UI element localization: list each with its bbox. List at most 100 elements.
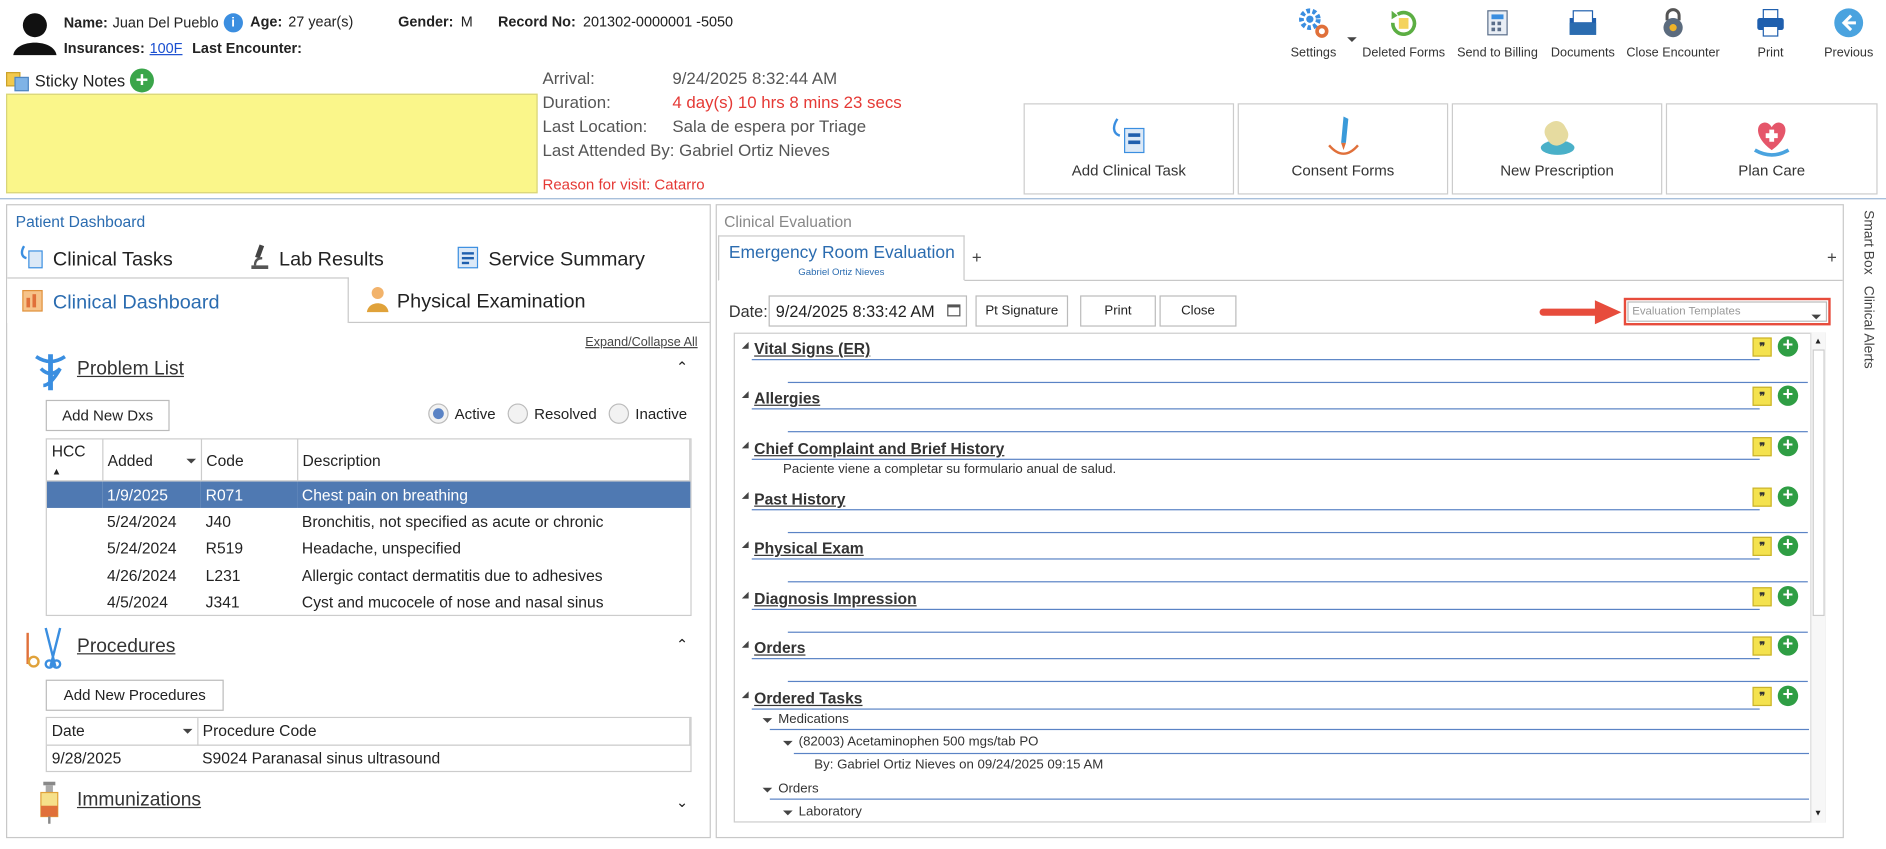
add-entry-button[interactable]: + bbox=[1777, 435, 1799, 457]
add-entry-button[interactable]: + bbox=[1777, 585, 1799, 607]
tree-orders[interactable]: Orders bbox=[762, 782, 819, 796]
section-title[interactable]: Chief Complaint and Brief History bbox=[754, 439, 1004, 457]
tree-med-item[interactable]: (82003) Acetaminophen 500 mgs/tab PO bbox=[783, 735, 1038, 749]
filter-active-radio[interactable]: Active bbox=[428, 403, 496, 424]
tab-service-summary[interactable]: Service Summary bbox=[455, 244, 645, 276]
tree-medications[interactable]: Medications bbox=[762, 712, 849, 726]
sticky-notes-area[interactable] bbox=[6, 93, 538, 194]
table-row[interactable]: 4/26/2024 L231 Allergic contact dermatitis… bbox=[47, 562, 690, 589]
add-clinical-task-tile[interactable]: Add Clinical Task bbox=[1023, 103, 1235, 195]
section-title[interactable]: Orders bbox=[754, 639, 805, 657]
section-content-line[interactable] bbox=[787, 431, 1808, 433]
section-title[interactable]: Physical Exam bbox=[754, 539, 864, 557]
quote-icon[interactable]: ❞ bbox=[1752, 487, 1772, 507]
expand-toggle-icon[interactable] bbox=[741, 492, 753, 503]
scrollbar[interactable]: ▲ ▼ bbox=[1810, 332, 1826, 823]
section-title[interactable]: Vital Signs (ER) bbox=[754, 340, 870, 358]
settings-dropdown-icon[interactable] bbox=[1347, 26, 1357, 48]
section-content-line[interactable] bbox=[787, 531, 1808, 534]
expand-toggle-icon[interactable] bbox=[741, 541, 753, 552]
tab-physical-examination[interactable]: Physical Examination bbox=[366, 286, 586, 318]
consent-forms-tile[interactable]: Consent Forms bbox=[1237, 103, 1449, 195]
tab-emergency-room-evaluation[interactable]: Emergency Room Evaluation Gabriel Ortiz … bbox=[718, 235, 965, 281]
new-prescription-tile[interactable]: New Prescription bbox=[1451, 103, 1663, 195]
expand-collapse-link[interactable]: Expand/Collapse All bbox=[585, 335, 697, 349]
expand-toggle-icon[interactable] bbox=[741, 391, 753, 402]
close-encounter-button[interactable]: Close Encounter bbox=[1626, 5, 1720, 60]
section-content-line[interactable] bbox=[787, 680, 1808, 683]
quote-icon[interactable]: ❞ bbox=[1752, 587, 1772, 607]
procedures-title[interactable]: Procedures bbox=[77, 636, 175, 658]
add-entry-button[interactable]: + bbox=[1777, 535, 1799, 556]
send-to-billing-button[interactable]: Send to Billing bbox=[1454, 5, 1541, 60]
col-hcc[interactable]: HCC ▲ bbox=[46, 439, 103, 482]
tab-clinical-dashboard[interactable]: Clinical Dashboard bbox=[7, 277, 349, 324]
smart-box-tab[interactable]: Smart Box bbox=[1856, 210, 1878, 282]
expand-toggle-icon[interactable] bbox=[741, 441, 753, 452]
expand-toggle-icon[interactable] bbox=[741, 591, 753, 602]
add-entry-button[interactable]: + bbox=[1777, 336, 1799, 357]
immunizations-title[interactable]: Immunizations bbox=[77, 790, 201, 812]
tab-lab-results[interactable]: Lab Results bbox=[248, 244, 384, 276]
add-entry-button[interactable]: + bbox=[1777, 486, 1799, 507]
quote-icon[interactable]: ❞ bbox=[1752, 437, 1772, 457]
scrollbar-thumb[interactable] bbox=[1812, 349, 1825, 617]
expand-immunizations-icon[interactable]: ⌄ bbox=[676, 794, 688, 811]
date-input[interactable]: 9/24/2025 8:33:42 AM bbox=[768, 295, 968, 327]
clinical-alerts-tab[interactable]: Clinical Alerts bbox=[1856, 286, 1878, 370]
filter-resolved-radio[interactable]: Resolved bbox=[507, 403, 597, 424]
plan-care-tile[interactable]: Plan Care bbox=[1665, 103, 1878, 195]
add-entry-button[interactable]: + bbox=[1777, 685, 1799, 707]
table-row[interactable]: 1/9/2025 R071 Chest pain on breathing bbox=[46, 480, 690, 508]
expand-toggle-icon[interactable] bbox=[741, 640, 753, 652]
section-title[interactable]: Allergies bbox=[754, 389, 820, 407]
col-added[interactable]: Added bbox=[102, 439, 202, 482]
settings-button[interactable]: Settings bbox=[1285, 5, 1343, 60]
info-icon[interactable]: i bbox=[223, 13, 243, 33]
table-row[interactable]: 5/24/2024 J40 Bronchitis, not specified as… bbox=[47, 508, 690, 535]
insurance-link[interactable]: 100F bbox=[150, 40, 183, 57]
add-new-dxs-button[interactable]: Add New Dxs bbox=[45, 399, 170, 432]
scroll-down-icon[interactable]: ▼ bbox=[1814, 809, 1822, 817]
add-tab-button[interactable]: + bbox=[972, 247, 982, 266]
filter-inactive-radio[interactable]: Inactive bbox=[608, 403, 687, 424]
documents-button[interactable]: Documents bbox=[1548, 5, 1618, 60]
deleted-forms-button[interactable]: Deleted Forms bbox=[1362, 5, 1446, 60]
section-content-line[interactable] bbox=[787, 381, 1808, 384]
evaluation-templates-dropdown[interactable]: Evaluation Templates bbox=[1627, 301, 1828, 322]
quote-icon[interactable]: ❞ bbox=[1752, 386, 1772, 406]
collapse-procedures-icon[interactable]: ⌃ bbox=[676, 636, 688, 653]
eval-print-button[interactable]: Print bbox=[1080, 295, 1156, 327]
section-content-line[interactable] bbox=[787, 631, 1808, 633]
pt-signature-button[interactable]: Pt Signature bbox=[975, 295, 1069, 327]
problem-list-title[interactable]: Problem List bbox=[77, 359, 184, 381]
col-description[interactable]: Description bbox=[297, 439, 691, 482]
section-title[interactable]: Diagnosis Impression bbox=[754, 590, 916, 608]
calendar-icon[interactable] bbox=[947, 303, 961, 321]
print-button[interactable]: Print bbox=[1746, 5, 1794, 60]
table-row[interactable]: 4/5/2024 J341 Cyst and mucocele of nose an… bbox=[47, 589, 690, 615]
add-sticky-note-button[interactable]: + bbox=[129, 68, 154, 93]
col-procedure-code[interactable]: Procedure Code bbox=[197, 718, 691, 746]
table-row[interactable]: 5/24/2024 R519 Headache, unspecified bbox=[47, 535, 690, 562]
section-title[interactable]: Past History bbox=[754, 490, 845, 508]
add-panel-button[interactable]: + bbox=[1827, 247, 1837, 266]
eval-close-button[interactable]: Close bbox=[1159, 295, 1237, 327]
quote-icon[interactable]: ❞ bbox=[1752, 636, 1772, 656]
section-content-line[interactable] bbox=[787, 581, 1808, 583]
collapse-problem-list-icon[interactable]: ⌃ bbox=[676, 359, 688, 376]
quote-icon[interactable]: ❞ bbox=[1752, 686, 1772, 707]
col-code[interactable]: Code bbox=[200, 439, 298, 482]
quote-icon[interactable]: ❞ bbox=[1752, 536, 1772, 556]
add-entry-button[interactable]: + bbox=[1777, 635, 1799, 656]
tree-laboratory[interactable]: Laboratory bbox=[783, 805, 862, 819]
table-row[interactable]: 9/28/2025 S9024 Paranasal sinus ultrasou… bbox=[47, 744, 690, 771]
add-entry-button[interactable]: + bbox=[1777, 385, 1799, 406]
tab-clinical-tasks[interactable]: Clinical Tasks bbox=[19, 244, 173, 276]
scroll-up-icon[interactable]: ▲ bbox=[1814, 337, 1822, 345]
expand-toggle-icon[interactable] bbox=[741, 691, 753, 702]
expand-toggle-icon[interactable] bbox=[741, 341, 753, 353]
add-new-procedures-button[interactable]: Add New Procedures bbox=[45, 679, 224, 711]
previous-button[interactable]: Previous bbox=[1821, 5, 1876, 60]
quote-icon[interactable]: ❞ bbox=[1752, 337, 1772, 357]
